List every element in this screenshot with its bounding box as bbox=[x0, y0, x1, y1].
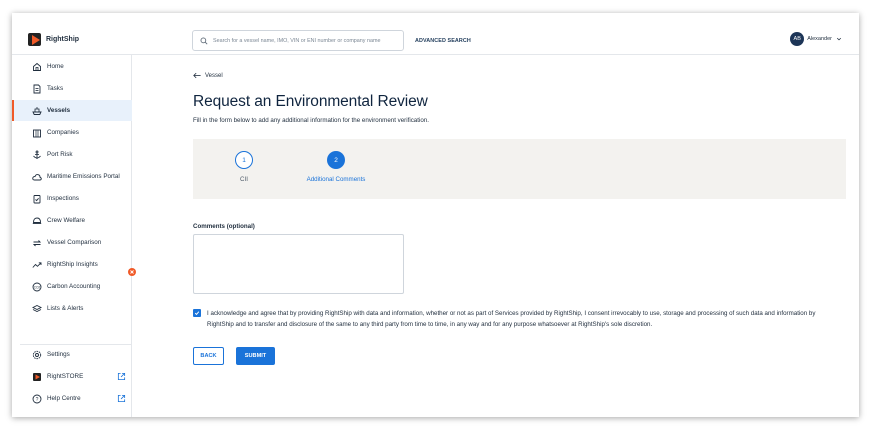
clipboard-check-icon bbox=[33, 194, 41, 203]
search-box[interactable] bbox=[192, 30, 404, 51]
sidebar-item-home[interactable]: Home bbox=[12, 56, 132, 77]
sidebar-item-label: Lists & Alerts bbox=[47, 305, 84, 312]
top-bar: RightShip ADVANCED SEARCH AB Alexander bbox=[12, 13, 859, 55]
building-icon bbox=[33, 129, 41, 137]
back-button[interactable]: BACK bbox=[193, 347, 224, 365]
arrows-exchange-icon bbox=[32, 239, 42, 246]
consent-checkbox[interactable] bbox=[193, 309, 201, 317]
app-window: RightShip ADVANCED SEARCH AB Alexander H… bbox=[12, 13, 859, 417]
sidebar-item-port-risk[interactable]: Port Risk bbox=[12, 144, 132, 165]
sidebar-item-lists-alerts[interactable]: Lists & Alerts bbox=[12, 298, 132, 319]
external-link-icon bbox=[117, 372, 126, 381]
sidebar-item-tasks[interactable]: Tasks bbox=[12, 78, 132, 99]
sidebar-item-companies[interactable]: Companies bbox=[12, 122, 132, 143]
sidebar-item-label: Home bbox=[47, 63, 64, 70]
consent-row: I acknowledge and agree that by providin… bbox=[193, 308, 843, 330]
sidebar: Home Tasks Vessels Companies Port Risk M… bbox=[12, 55, 132, 417]
back-to-vessel-link[interactable]: Vessel bbox=[193, 72, 223, 79]
comments-label: Comments (optional) bbox=[193, 223, 255, 230]
co2-icon: CO2 bbox=[32, 282, 42, 291]
close-icon bbox=[130, 270, 134, 274]
sidebar-item-help-centre[interactable]: ? Help Centre bbox=[12, 388, 132, 409]
trending-up-icon bbox=[32, 261, 42, 268]
step-additional-comments[interactable]: 2 Additional Comments bbox=[296, 151, 376, 183]
sidebar-item-vessel-comparison[interactable]: Vessel Comparison bbox=[12, 232, 132, 253]
check-icon bbox=[194, 311, 200, 316]
document-icon bbox=[33, 84, 41, 93]
anchor-icon bbox=[33, 150, 41, 159]
sidebar-item-label: Help Centre bbox=[47, 395, 81, 402]
comments-textarea[interactable] bbox=[193, 234, 404, 294]
sidebar-item-settings[interactable]: Settings bbox=[12, 344, 132, 365]
sidebar-collapse-toggle[interactable] bbox=[128, 268, 136, 276]
sidebar-item-label: Vessels bbox=[47, 107, 71, 114]
external-link-icon bbox=[117, 394, 126, 403]
step-number: 1 bbox=[235, 151, 253, 169]
ship-icon bbox=[32, 106, 42, 115]
sidebar-item-carbon-accounting[interactable]: CO2 Carbon Accounting bbox=[12, 276, 132, 297]
svg-text:CO2: CO2 bbox=[34, 285, 41, 289]
step-cii[interactable]: 1 CII bbox=[204, 151, 284, 183]
submit-button[interactable]: SUBMIT bbox=[236, 347, 275, 365]
back-link-label: Vessel bbox=[205, 72, 223, 79]
consent-text: I acknowledge and agree that by providin… bbox=[207, 310, 816, 328]
sidebar-item-inspections[interactable]: Inspections bbox=[12, 188, 132, 209]
home-icon bbox=[33, 62, 41, 71]
sidebar-item-label: Crew Welfare bbox=[47, 217, 86, 224]
avatar: AB bbox=[790, 32, 805, 46]
step-label: CII bbox=[240, 176, 248, 183]
step-number: 2 bbox=[327, 151, 345, 169]
sidebar-item-crew-welfare[interactable]: Crew Welfare bbox=[12, 210, 132, 231]
sidebar-item-label: Settings bbox=[47, 351, 70, 358]
svg-text:?: ? bbox=[36, 396, 39, 402]
search-icon bbox=[200, 37, 208, 45]
progress-stepper: 1 CII 2 Additional Comments bbox=[193, 139, 846, 199]
sidebar-item-rightship-insights[interactable]: RightShip Insights bbox=[12, 254, 132, 275]
user-menu[interactable]: AB Alexander bbox=[790, 32, 842, 46]
help-circle-icon: ? bbox=[32, 394, 42, 403]
page-title: Request an Environmental Review bbox=[193, 93, 428, 110]
sidebar-item-label: Tasks bbox=[47, 85, 64, 92]
brand-logo[interactable]: RightShip bbox=[28, 33, 79, 46]
search-input[interactable] bbox=[213, 37, 403, 44]
sidebar-item-label: Inspections bbox=[47, 195, 79, 202]
sidebar-item-label: Maritime Emissions Portal bbox=[47, 173, 120, 180]
advanced-search-link[interactable]: ADVANCED SEARCH bbox=[415, 38, 471, 44]
sidebar-item-vessels[interactable]: Vessels bbox=[12, 100, 132, 121]
sidebar-item-maritime-emissions-portal[interactable]: Maritime Emissions Portal bbox=[12, 166, 132, 187]
sidebar-item-label: Port Risk bbox=[47, 151, 73, 158]
sidebar-item-rightstore[interactable]: RightSTORE bbox=[12, 366, 132, 387]
sidebar-item-label: RightShip Insights bbox=[47, 261, 98, 268]
brand-name: RightShip bbox=[46, 36, 80, 43]
cloud-icon bbox=[32, 173, 42, 180]
rightship-logo-icon bbox=[28, 33, 41, 46]
chevron-down-icon bbox=[836, 37, 842, 41]
sidebar-item-label: Companies bbox=[47, 129, 79, 136]
layers-icon bbox=[32, 304, 42, 312]
sidebar-item-label: Vessel Comparison bbox=[47, 239, 102, 246]
user-name: Alexander bbox=[807, 36, 832, 42]
sidebar-item-label: Carbon Accounting bbox=[47, 283, 101, 290]
page-subtitle: Fill in the form below to add any additi… bbox=[193, 117, 429, 124]
step-label: Additional Comments bbox=[306, 176, 366, 183]
sidebar-item-label: RightSTORE bbox=[47, 373, 84, 380]
arrow-left-icon bbox=[193, 72, 201, 79]
gear-icon bbox=[32, 350, 42, 359]
rightship-logo-icon bbox=[33, 372, 41, 381]
helmet-icon bbox=[32, 217, 42, 224]
